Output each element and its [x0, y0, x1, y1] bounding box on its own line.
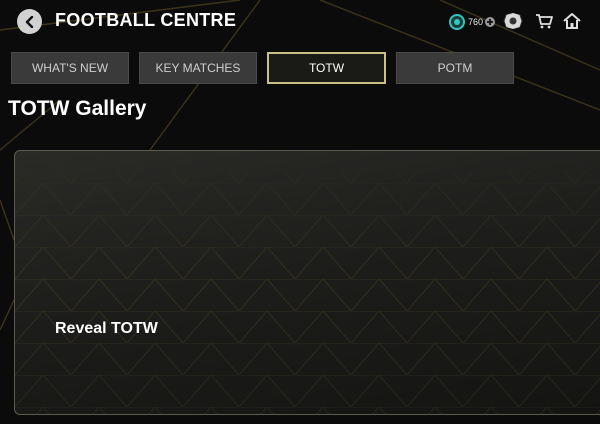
tab-whats-new[interactable]: WHAT'S NEW: [11, 52, 129, 84]
tab-bar: WHAT'S NEW KEY MATCHES TOTW POTM: [0, 52, 600, 86]
cart-icon[interactable]: [535, 11, 553, 31]
section-heading: TOTW Gallery: [8, 97, 147, 120]
currency-display: 760: [449, 13, 496, 30]
page-title: FOOTBALL CENTRE: [55, 10, 237, 30]
home-icon[interactable]: [563, 11, 581, 31]
tab-totw[interactable]: TOTW: [267, 52, 386, 84]
packs-icon[interactable]: [502, 11, 524, 31]
tab-potm[interactable]: POTM: [396, 52, 514, 84]
back-button[interactable]: [17, 9, 42, 34]
top-bar: FOOTBALL CENTRE 760: [0, 0, 600, 44]
reveal-totw-card[interactable]: Reveal TOTW: [14, 150, 600, 415]
tab-key-matches[interactable]: KEY MATCHES: [139, 52, 257, 84]
coin-icon: [449, 13, 465, 30]
reveal-totw-title: Reveal TOTW: [55, 320, 158, 337]
currency-amount: 760: [468, 16, 484, 27]
add-currency-icon[interactable]: [485, 16, 496, 27]
chevron-left-icon: [25, 15, 33, 28]
card-pattern: [15, 171, 600, 414]
